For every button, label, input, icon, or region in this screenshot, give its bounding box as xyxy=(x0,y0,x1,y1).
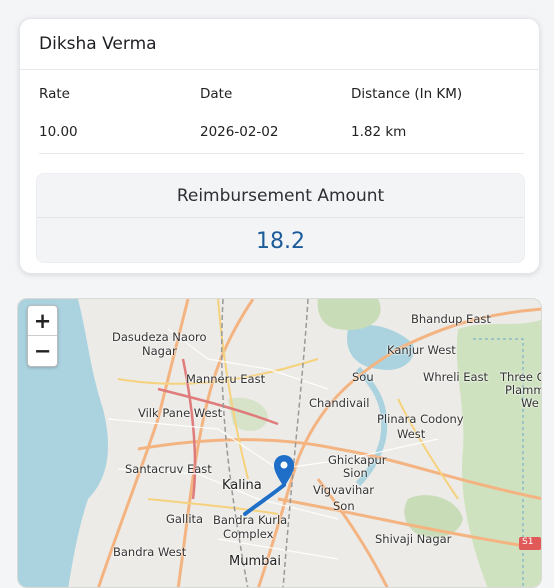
map-label: Whreli East xyxy=(423,370,489,384)
zoom-control: + − xyxy=(27,305,58,367)
map-label: Dasudeza Naoro xyxy=(112,330,207,344)
map-label: Mumbai xyxy=(229,554,281,569)
map-tiles xyxy=(18,299,541,587)
map-label: Vilk Pane West xyxy=(138,406,223,420)
distance-header: Distance (In KM) xyxy=(351,86,463,102)
map-label: Nagar xyxy=(142,344,177,358)
date-header: Date xyxy=(200,86,233,102)
rail-line xyxy=(220,299,249,587)
trip-table: Rate Date Distance (In KM) 10.00 2026-02… xyxy=(39,70,524,154)
map-label: Bandra West xyxy=(113,545,187,559)
map-label: Chandivail xyxy=(309,396,370,410)
map-label: Plinara Codony xyxy=(377,412,464,426)
distance-value: 1.82 km xyxy=(351,123,407,140)
map-label: Son xyxy=(333,499,355,513)
map-label: Gallita xyxy=(166,512,204,526)
zoom-out-button[interactable]: − xyxy=(28,336,57,366)
map-label: West xyxy=(397,427,426,441)
map-label: Sion xyxy=(343,466,368,480)
map-label: We xyxy=(521,396,539,410)
map-label: Kalina xyxy=(222,478,262,493)
trip-summary-card: Diksha Verma Rate Date Distance (In KM) … xyxy=(19,18,540,274)
reimbursement-label: Reimbursement Amount xyxy=(37,174,524,218)
map-label: Bhandup East xyxy=(411,312,491,326)
date-value: 2026-02-02 xyxy=(200,123,279,140)
table-header-row: Rate Date Distance (In KM) xyxy=(39,70,524,114)
map-label: Kanjur West xyxy=(387,343,456,357)
rate-header: Rate xyxy=(39,86,70,102)
rate-value: 10.00 xyxy=(39,123,78,140)
map-label: Complex xyxy=(223,527,274,541)
route-map[interactable]: + − Bhandup East Dasudeza Naoro Nagar Ka… xyxy=(17,298,542,588)
table-row: 10.00 2026-02-02 1.82 km xyxy=(39,114,524,154)
map-label: Shivaji Nagar xyxy=(375,532,452,546)
map-label: Sou xyxy=(352,370,374,384)
map-label: Manneru East xyxy=(186,372,266,386)
reimbursement-value: 18.2 xyxy=(256,228,305,254)
map-label: Bandra Kurla xyxy=(213,513,288,527)
employee-name: Diksha Verma xyxy=(20,19,539,70)
zoom-in-button[interactable]: + xyxy=(28,306,57,336)
reimbursement-box: Reimbursement Amount 18.2 xyxy=(36,173,525,263)
route-shield-label: S1 xyxy=(522,537,534,547)
map-label: Santacruv East xyxy=(125,462,212,476)
map-label: Vigvavihar xyxy=(313,483,375,497)
